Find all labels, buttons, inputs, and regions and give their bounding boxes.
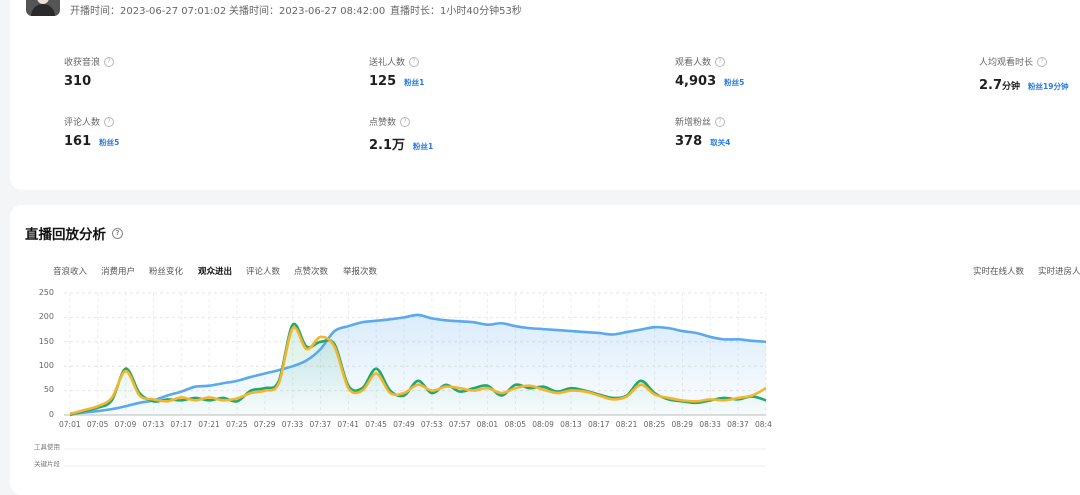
row-label-key-clips: 关键片段 xyxy=(34,460,60,468)
audience-chart xyxy=(64,292,767,467)
row-label-tools: 工具使用 xyxy=(34,443,60,451)
